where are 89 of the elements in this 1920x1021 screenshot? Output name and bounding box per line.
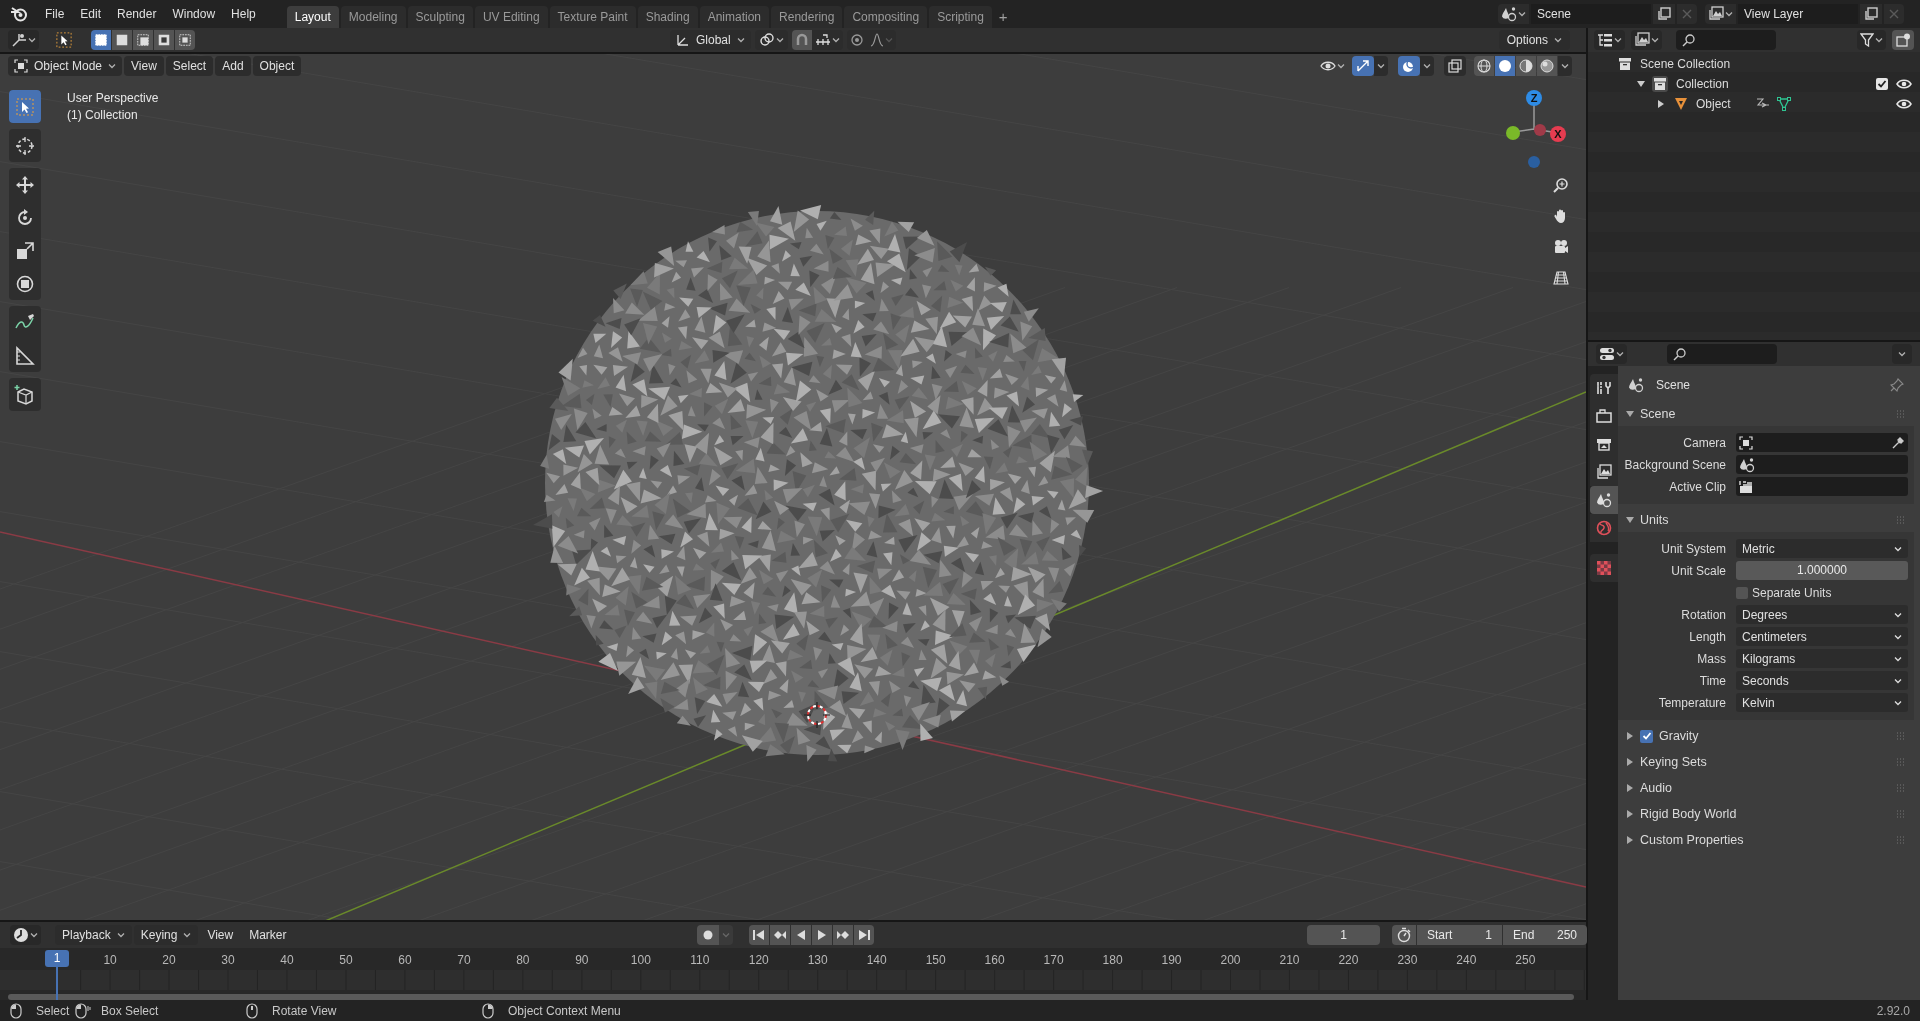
header-menu[interactable]: Add xyxy=(215,56,251,76)
frame-number: 110 xyxy=(689,952,711,969)
workspace-tab[interactable]: Layout xyxy=(286,6,339,28)
dropdown[interactable]: Centimeters xyxy=(1736,627,1908,646)
dropdown[interactable]: Degrees xyxy=(1736,605,1908,624)
header-menu[interactable]: Select xyxy=(165,56,214,76)
frame-number: 190 xyxy=(1160,952,1183,969)
menu-item[interactable]: Window xyxy=(165,2,223,26)
field-label: Unit System xyxy=(1660,540,1726,558)
end-frame-field[interactable]: End 250 xyxy=(1503,925,1587,945)
frame-number: 160 xyxy=(983,952,1006,969)
frame-number: 100 xyxy=(629,952,652,969)
header-menu[interactable]: Object xyxy=(252,56,302,76)
dropdown[interactable]: Kilograms xyxy=(1736,649,1908,668)
scene-name-field[interactable]: Scene xyxy=(1531,4,1651,24)
frame-number: 220 xyxy=(1337,952,1360,969)
workspace-tab[interactable]: Shading xyxy=(637,6,698,28)
status-hint: Object Context Menu xyxy=(508,1003,621,1020)
frame-number: 250 xyxy=(1514,952,1537,969)
frame-number: 60 xyxy=(397,952,413,969)
orientation-dropdown[interactable]: Global xyxy=(670,30,751,50)
menu-item[interactable]: Help xyxy=(224,2,263,26)
viewport-info-text: (1) Collection xyxy=(67,107,139,124)
outliner-item[interactable]: Collection xyxy=(1676,75,1729,93)
number-field[interactable]: 1.000000 xyxy=(1736,561,1908,580)
axis-label: X xyxy=(1554,128,1562,140)
workspace-tab[interactable]: Modeling xyxy=(340,6,406,28)
frame-number: 170 xyxy=(1042,952,1065,969)
menu-item[interactable]: Edit xyxy=(73,2,109,26)
dropdown[interactable]: Seconds xyxy=(1736,671,1908,690)
menu-item[interactable]: Render xyxy=(110,2,164,26)
frame-number: 40 xyxy=(279,952,295,969)
workspace-tab[interactable]: Sculpting xyxy=(407,6,473,28)
start-frame-field[interactable]: Start 1 xyxy=(1417,925,1502,945)
status-hint: Rotate View xyxy=(272,1003,337,1020)
frame-number: 80 xyxy=(515,952,531,969)
frame-number: 90 xyxy=(574,952,590,969)
field-label: Rotation xyxy=(1680,606,1726,624)
field-label: Length xyxy=(1688,628,1726,646)
menu-item[interactable]: File xyxy=(38,2,72,26)
mode-dropdown[interactable]: Object Mode xyxy=(8,56,123,76)
frame-number: 240 xyxy=(1455,952,1478,969)
version-label: 2.92.0 xyxy=(1876,1002,1910,1020)
axis-label: Z xyxy=(1530,92,1538,104)
frame-number: 130 xyxy=(806,952,829,969)
frame-number: 20 xyxy=(161,952,177,969)
frame-number: 140 xyxy=(865,952,888,969)
workspace-tab[interactable]: Rendering xyxy=(771,6,843,28)
frame-number: 210 xyxy=(1278,952,1301,969)
workspace-tab[interactable]: UV Editing xyxy=(474,6,548,28)
header-menu[interactable]: View xyxy=(200,925,241,945)
outliner-item[interactable]: Scene Collection xyxy=(1640,55,1731,73)
header-menu[interactable]: Marker xyxy=(242,925,294,945)
status-hint: Box Select xyxy=(101,1003,159,1020)
field-label: Active Clip xyxy=(1668,478,1726,496)
view-layer-name-field[interactable]: View Layer xyxy=(1738,4,1858,24)
checkbox-label: Separate Units xyxy=(1752,584,1832,602)
workspace-tab[interactable]: Animation xyxy=(699,6,770,28)
workspace-tab[interactable]: Compositing xyxy=(844,6,928,28)
frame-number: 120 xyxy=(747,952,770,969)
status-hint: Select xyxy=(36,1003,70,1020)
field-label: Time xyxy=(1698,672,1726,690)
header-menu[interactable]: View xyxy=(124,56,164,76)
workspace-tab[interactable]: Scripting xyxy=(929,6,992,28)
context-path: Scene xyxy=(1656,377,1691,394)
frame-number: 200 xyxy=(1219,952,1242,969)
viewport-info-text: User Perspective xyxy=(67,90,159,107)
field-label: Unit Scale xyxy=(1670,562,1726,580)
add-workspace-button[interactable]: + xyxy=(993,6,1013,28)
menu-dropdown[interactable]: Playback xyxy=(55,925,132,945)
frame-number: 30 xyxy=(220,952,236,969)
options-dropdown[interactable]: Options xyxy=(1498,30,1570,50)
frame-number: 230 xyxy=(1396,952,1419,969)
workspace-tab[interactable]: Texture Paint xyxy=(549,6,636,28)
frame-number: 10 xyxy=(102,952,118,969)
field-label: Mass xyxy=(1696,650,1726,668)
field-label: Camera xyxy=(1682,434,1726,452)
frame-number: 150 xyxy=(924,952,947,969)
menu-dropdown[interactable]: Keying xyxy=(133,925,199,945)
field-label: Temperature xyxy=(1657,694,1726,712)
dropdown[interactable]: Kelvin xyxy=(1736,693,1908,712)
field-label: Background Scene xyxy=(1623,456,1726,474)
dropdown[interactable]: Metric xyxy=(1736,539,1908,558)
outliner-item[interactable]: Object xyxy=(1696,95,1731,113)
current-frame-field[interactable]: 1 xyxy=(1307,925,1380,945)
playhead-frame[interactable]: 1 xyxy=(45,950,69,967)
frame-number: 180 xyxy=(1101,952,1124,969)
frame-number: 70 xyxy=(456,952,472,969)
frame-number: 50 xyxy=(338,952,354,969)
